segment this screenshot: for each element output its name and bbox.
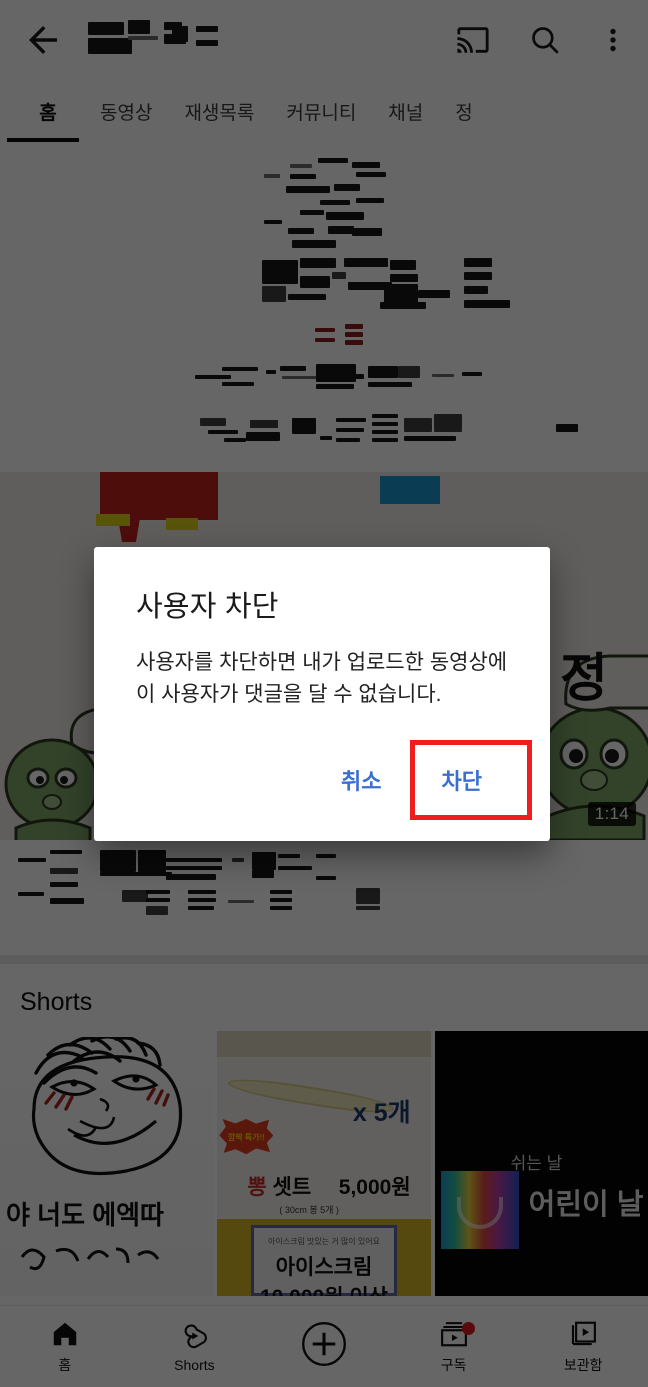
block-confirm-button[interactable]: 차단 [416, 750, 508, 810]
dialog-actions: 취소 차단 [136, 737, 532, 823]
dialog-title: 사용자 차단 [136, 591, 279, 623]
cancel-button[interactable]: 취소 [315, 750, 407, 810]
dialog-message: 사용자를 차단하면 내가 업로드한 동영상에 이 사용자가 댓글을 달 수 없습… [136, 651, 508, 706]
block-user-dialog: 사용자 차단 사용자를 차단하면 내가 업로드한 동영상에 이 사용자가 댓글을… [94, 547, 550, 841]
